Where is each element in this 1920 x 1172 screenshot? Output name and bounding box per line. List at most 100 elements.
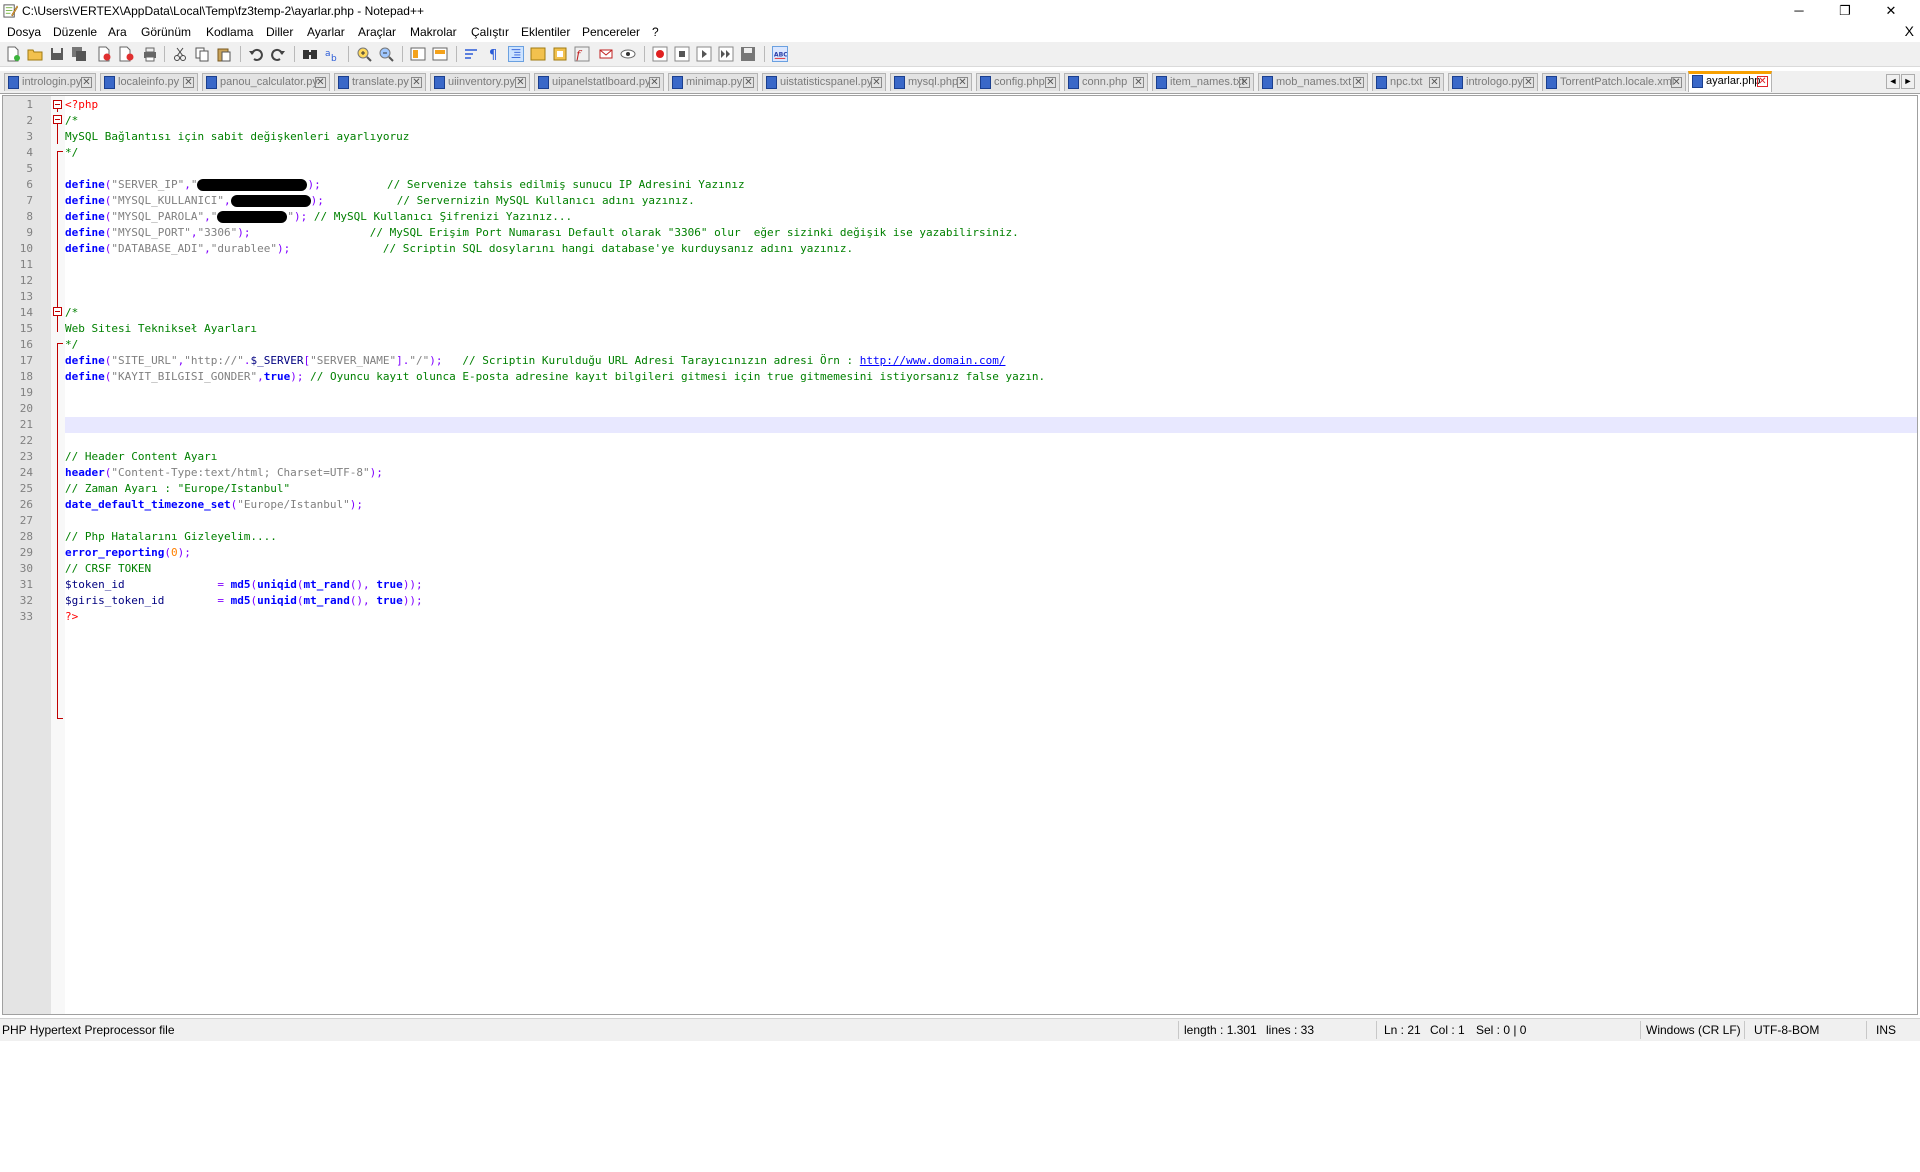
- tab-localeinfo-py[interactable]: localeinfo.py ✕: [100, 73, 198, 91]
- zoom-out-icon[interactable]: [378, 46, 394, 62]
- tab-mob-names-txt[interactable]: mob_names.txt ✕: [1258, 73, 1368, 91]
- tab-close-icon[interactable]: ✕: [1045, 77, 1056, 88]
- sync-horizontal-icon[interactable]: [432, 46, 448, 62]
- language-icon[interactable]: [530, 46, 546, 62]
- tab-intrologin-py[interactable]: intrologin.py ✕: [4, 73, 96, 91]
- toolbar-separator: [456, 46, 457, 62]
- menu-calistir[interactable]: Çalıştır: [471, 25, 509, 39]
- tab-config-php[interactable]: config.php ✕: [976, 73, 1060, 91]
- tab-close-icon[interactable]: ✕: [411, 77, 422, 88]
- stop-record-icon[interactable]: [674, 46, 690, 62]
- tab-intrologo-py[interactable]: intrologo.py ✕: [1448, 73, 1538, 91]
- tab-item-names-txt[interactable]: item_names.txt ✕: [1152, 73, 1254, 91]
- toolbar-separator: [402, 46, 403, 62]
- spell-check-icon[interactable]: ABC: [772, 46, 788, 62]
- tab-close-icon[interactable]: ✕: [743, 77, 754, 88]
- monitoring-icon[interactable]: [620, 46, 636, 62]
- tab-close-icon[interactable]: ✕: [1133, 77, 1144, 88]
- menu-ara[interactable]: Ara: [108, 25, 127, 39]
- tab-close-icon[interactable]: ✕: [1757, 76, 1768, 87]
- play-macro-icon[interactable]: [696, 46, 712, 62]
- function-list-icon[interactable]: f: [574, 46, 590, 62]
- menu-bar: Dosya Düzenle Ara Görünüm Kodlama Diller…: [0, 22, 1920, 42]
- tab-npc-txt[interactable]: npc.txt ✕: [1372, 73, 1444, 91]
- paste-icon[interactable]: [216, 46, 232, 62]
- line-number: 15: [19, 322, 33, 335]
- menu-ayarlar[interactable]: Ayarlar: [307, 25, 345, 39]
- menu-araclar[interactable]: Araçlar: [358, 25, 396, 39]
- tab-conn-php[interactable]: conn.php ✕: [1064, 73, 1148, 91]
- tab-torrentpatch-locale-xml[interactable]: TorrentPatch.locale.xml ✕: [1542, 73, 1686, 91]
- tab-uipanelstatlboard-py[interactable]: uipanelstatlboard.py ✕: [534, 73, 664, 91]
- redo-icon[interactable]: [270, 46, 286, 62]
- new-file-icon[interactable]: [5, 46, 21, 62]
- save-icon[interactable]: [49, 46, 65, 62]
- code-token: );: [290, 370, 304, 383]
- replace-icon[interactable]: ab: [324, 46, 340, 62]
- tab-label: uiinventory.py: [448, 76, 516, 88]
- tab-close-icon[interactable]: ✕: [649, 77, 660, 88]
- tab-close-icon[interactable]: ✕: [515, 77, 526, 88]
- close-icon[interactable]: [96, 46, 112, 62]
- word-wrap-icon[interactable]: [464, 46, 480, 62]
- find-icon[interactable]: [302, 46, 318, 62]
- tab-uistatisticspanel-py[interactable]: uistatisticspanel.py ✕: [762, 73, 886, 91]
- menu-duzenle[interactable]: Düzenle: [53, 25, 97, 39]
- indent-guide-icon[interactable]: [508, 46, 524, 62]
- save-macro-icon[interactable]: [740, 46, 756, 62]
- menu-help[interactable]: ?: [652, 25, 659, 39]
- tab-close-icon[interactable]: ✕: [1671, 77, 1682, 88]
- tab-close-icon[interactable]: ✕: [871, 77, 882, 88]
- record-macro-icon[interactable]: [652, 46, 668, 62]
- code-line: error_reporting(0);: [65, 545, 191, 561]
- menu-makrolar[interactable]: Makrolar: [410, 25, 457, 39]
- folder-workspace-icon[interactable]: [552, 46, 568, 62]
- menu-kodlama[interactable]: Kodlama: [206, 25, 253, 39]
- menu-dosya[interactable]: Dosya: [7, 25, 41, 39]
- close-window-button[interactable]: ✕: [1868, 0, 1914, 22]
- show-all-chars-icon[interactable]: ¶: [486, 46, 502, 62]
- tab-label: npc.txt: [1390, 76, 1423, 88]
- fold-toggle-icon[interactable]: [53, 307, 62, 316]
- tab-close-icon[interactable]: ✕: [1239, 77, 1250, 88]
- tab-panou-calculator-py[interactable]: panou_calculator.py ✕: [202, 73, 330, 91]
- tab-mysql-php[interactable]: mysql.php ✕: [890, 73, 972, 91]
- menu-diller[interactable]: Diller: [266, 25, 293, 39]
- tab-close-icon[interactable]: ✕: [183, 77, 194, 88]
- code-area[interactable]: <?php /* MySQL Bağlantısı için sabit değiş…: [65, 96, 1917, 1014]
- tab-minimap-py[interactable]: minimap.py ✕: [668, 73, 758, 91]
- restore-button[interactable]: ❐: [1822, 0, 1868, 22]
- tab-scroll-right-button[interactable]: ►: [1901, 74, 1915, 89]
- tab-close-icon[interactable]: ✕: [81, 77, 92, 88]
- run-macro-multiple-icon[interactable]: [718, 46, 734, 62]
- tab-ayarlar-php[interactable]: ayarlar.php ✕: [1688, 71, 1772, 92]
- copy-icon[interactable]: [194, 46, 210, 62]
- cut-icon[interactable]: [172, 46, 188, 62]
- tab-close-icon[interactable]: ✕: [1429, 77, 1440, 88]
- tab-close-icon[interactable]: ✕: [1353, 77, 1364, 88]
- print-icon[interactable]: [142, 46, 158, 62]
- document-map-icon[interactable]: [598, 46, 614, 62]
- menu-eklentiler[interactable]: Eklentiler: [521, 25, 570, 39]
- sync-vertical-icon[interactable]: [410, 46, 426, 62]
- close-all-icon[interactable]: [118, 46, 134, 62]
- tab-uiinventory-py[interactable]: uiinventory.py ✕: [430, 73, 530, 91]
- save-all-icon[interactable]: [71, 46, 87, 62]
- tab-scroll-left-button[interactable]: ◄: [1886, 74, 1900, 89]
- code-token: ": [287, 210, 294, 223]
- undo-icon[interactable]: [248, 46, 264, 62]
- tab-translate-py[interactable]: translate.py ✕: [334, 73, 426, 91]
- minimize-button[interactable]: ─: [1776, 0, 1822, 22]
- menu-pencereler[interactable]: Pencereler: [582, 25, 640, 39]
- code-token: "DATABASE_ADI": [111, 242, 205, 255]
- menu-gorunum[interactable]: Görünüm: [141, 25, 191, 39]
- zoom-in-icon[interactable]: [356, 46, 372, 62]
- open-file-icon[interactable]: [27, 46, 43, 62]
- tab-close-icon[interactable]: ✕: [1523, 77, 1534, 88]
- fold-toggle-icon[interactable]: [53, 115, 62, 124]
- tab-close-icon[interactable]: ✕: [957, 77, 968, 88]
- fold-toggle-icon[interactable]: [53, 100, 62, 109]
- tab-close-icon[interactable]: ✕: [315, 77, 326, 88]
- code-editor[interactable]: 1 2 3 4 5 6 7 8 9 10 11 12 13 14 15 16 17 18 19 20 21 22 23 24 2…: [2, 95, 1918, 1015]
- close-document-button[interactable]: X: [1905, 23, 1914, 39]
